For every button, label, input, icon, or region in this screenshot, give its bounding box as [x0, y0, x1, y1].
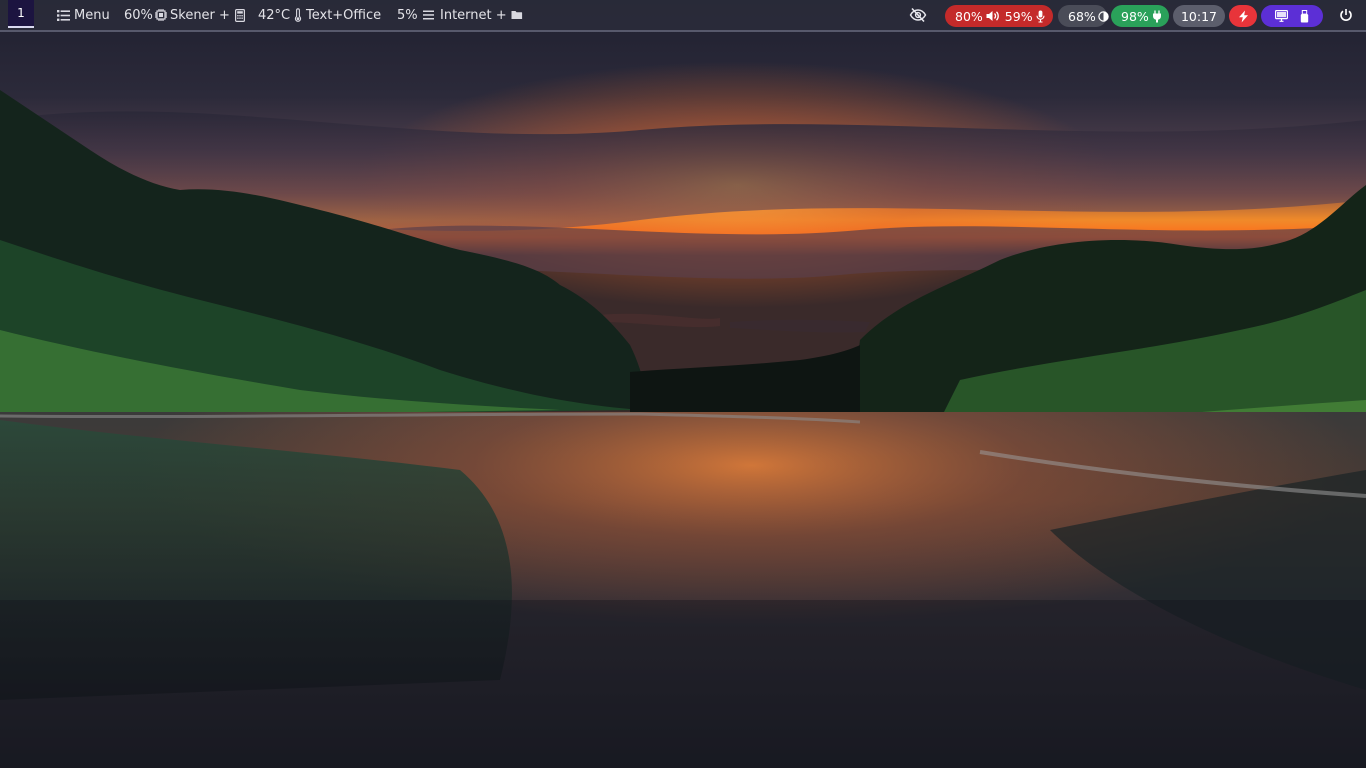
- monitor-icon[interactable]: [1275, 10, 1288, 22]
- power-icon[interactable]: [1339, 8, 1353, 22]
- usb-drive-icon[interactable]: [1300, 9, 1309, 23]
- brightness-value: 68%: [1068, 8, 1096, 24]
- scanner-launcher[interactable]: Skener +: [170, 0, 245, 30]
- brightness-pill[interactable]: 68%: [1058, 5, 1109, 27]
- calculator-icon: [234, 8, 245, 22]
- menu-button[interactable]: Menu: [57, 0, 110, 30]
- cpu-widget[interactable]: 60%: [124, 0, 168, 30]
- microphone-icon: [1036, 10, 1045, 23]
- audio-pill[interactable]: 80% 59%: [945, 5, 1053, 27]
- speaker-icon: [986, 10, 1001, 22]
- top-bar: 1 Menu 60% Skener + 42°C Text+Office 5%: [0, 0, 1366, 32]
- clock-pill[interactable]: 10:17: [1173, 5, 1225, 27]
- contrast-icon: [1098, 10, 1109, 22]
- memory-value: 5%: [397, 7, 418, 23]
- temperature-widget[interactable]: 42°C: [258, 0, 302, 30]
- plug-icon: [1152, 10, 1162, 23]
- mic-value: 59%: [1004, 8, 1033, 24]
- memory-widget[interactable]: 5%: [397, 0, 434, 30]
- devices-pill[interactable]: [1261, 5, 1323, 27]
- workspace-button[interactable]: 1: [8, 0, 34, 28]
- volume-value: 80%: [955, 8, 983, 24]
- power-profile-button[interactable]: [1229, 5, 1257, 27]
- workspace-number: 1: [17, 6, 25, 20]
- scanner-label: Skener +: [170, 7, 230, 23]
- lightning-icon: [1238, 10, 1249, 23]
- battery-value: 98%: [1121, 8, 1149, 24]
- office-launcher[interactable]: Text+Office: [306, 0, 381, 30]
- list-icon: [57, 9, 70, 21]
- office-label: Text+Office: [306, 7, 382, 23]
- thermometer-icon: [294, 8, 302, 22]
- cpu-value: 60%: [124, 7, 153, 23]
- lines-icon: [422, 10, 434, 20]
- eye-slash-icon[interactable]: [909, 7, 927, 23]
- menu-label: Menu: [74, 7, 110, 23]
- cpu-chip-icon: [154, 8, 168, 22]
- folder-icon: [511, 10, 523, 20]
- internet-launcher[interactable]: Internet +: [440, 0, 523, 30]
- battery-pill[interactable]: 98%: [1111, 5, 1169, 27]
- internet-label: Internet +: [440, 7, 507, 23]
- temperature-value: 42°C: [258, 7, 291, 23]
- desktop-wallpaper: [0, 0, 1366, 768]
- clock-time: 10:17: [1180, 8, 1218, 24]
